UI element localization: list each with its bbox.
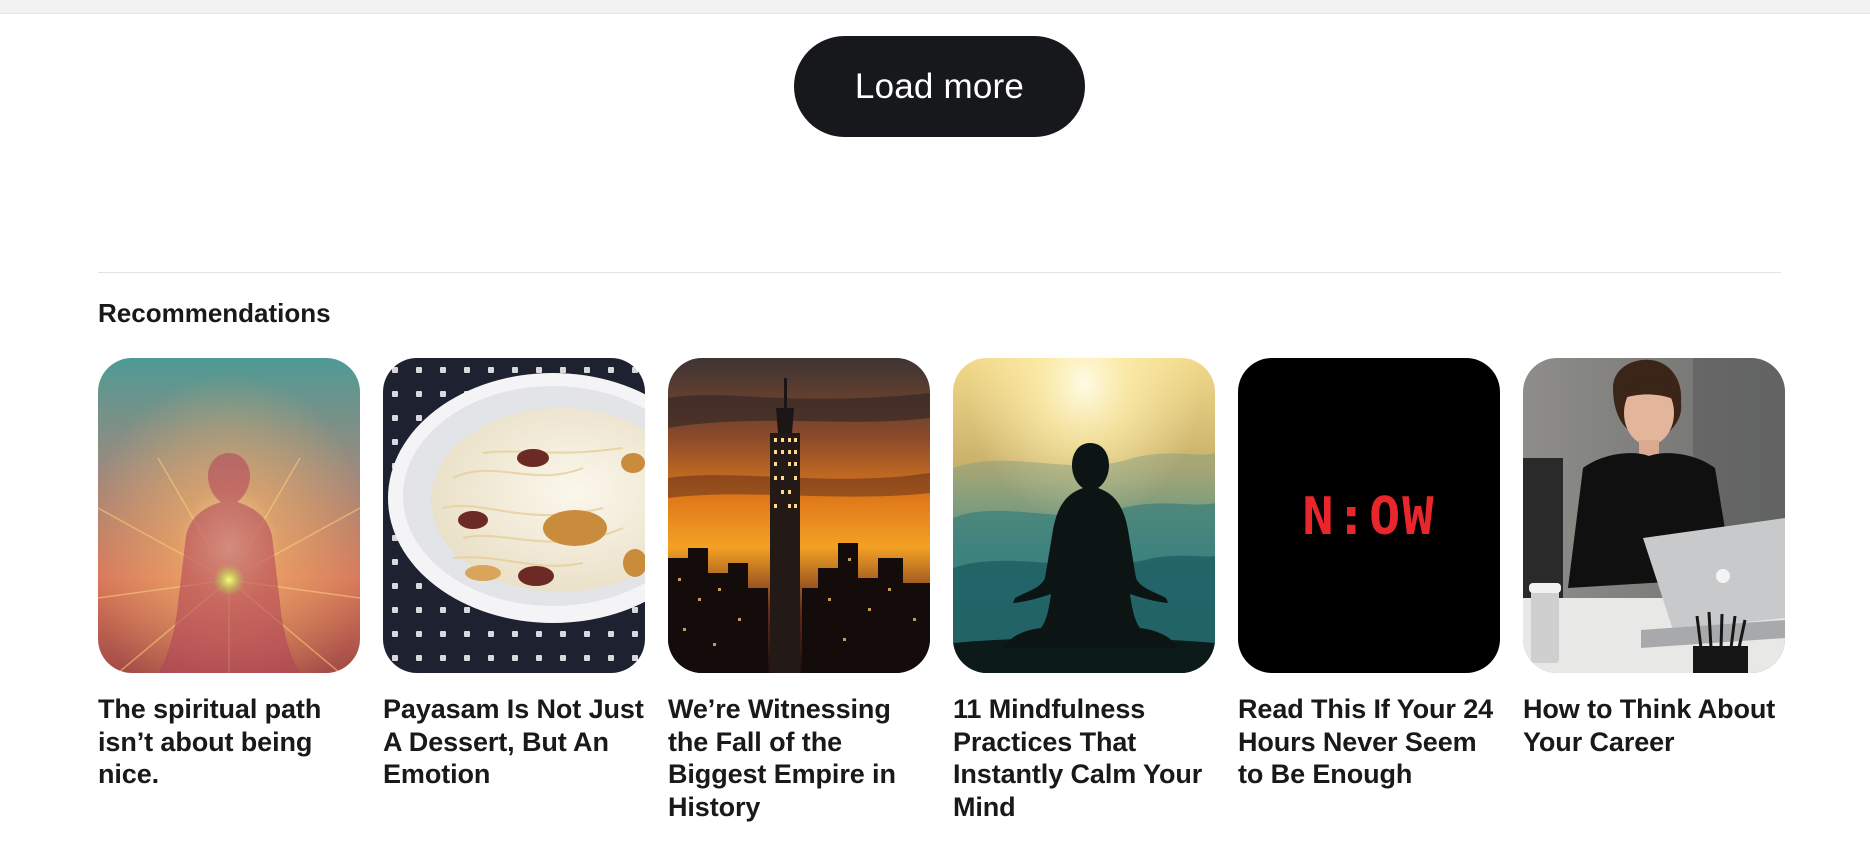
recommendation-title[interactable]: How to Think About Your Career [1523, 693, 1785, 758]
recommendations-heading: Recommendations [98, 298, 331, 328]
payasam-bowl-image[interactable] [383, 358, 645, 673]
recommendation-card[interactable]: We’re Witnessing the Fall of the Biggest… [668, 358, 930, 823]
recommendation-card[interactable]: 11 Mindfulness Practices That Instantly … [953, 358, 1215, 823]
empire-state-sunset-image[interactable] [668, 358, 930, 673]
recommendation-card[interactable]: How to Think About Your Career [1523, 358, 1785, 823]
recommendation-card[interactable]: The spiritual path isn’t about being nic… [98, 358, 360, 823]
now-clock-text: N:OW [1302, 487, 1435, 547]
recommendation-card[interactable]: Payasam Is Not Just A Dessert, But An Em… [383, 358, 645, 823]
top-strip [0, 0, 1870, 14]
load-more-button[interactable]: Load more [794, 36, 1085, 137]
now-clock-image[interactable]: N:OW [1238, 358, 1500, 673]
recommendation-title[interactable]: The spiritual path isn’t about being nic… [98, 693, 360, 791]
meditation-silhouette-image[interactable] [953, 358, 1215, 673]
woman-laptop-image[interactable] [1523, 358, 1785, 673]
spiritual-aura-image[interactable] [98, 358, 360, 673]
recommendation-card[interactable]: N:OW Read This If Your 24 Hours Never Se… [1238, 358, 1500, 823]
recommendation-title[interactable]: Payasam Is Not Just A Dessert, But An Em… [383, 693, 645, 791]
recommendations-list: The spiritual path isn’t about being nic… [98, 358, 1785, 823]
divider [98, 272, 1781, 273]
recommendation-title[interactable]: Read This If Your 24 Hours Never Seem to… [1238, 693, 1500, 791]
recommendation-title[interactable]: We’re Witnessing the Fall of the Biggest… [668, 693, 930, 823]
recommendation-title[interactable]: 11 Mindfulness Practices That Instantly … [953, 693, 1215, 823]
